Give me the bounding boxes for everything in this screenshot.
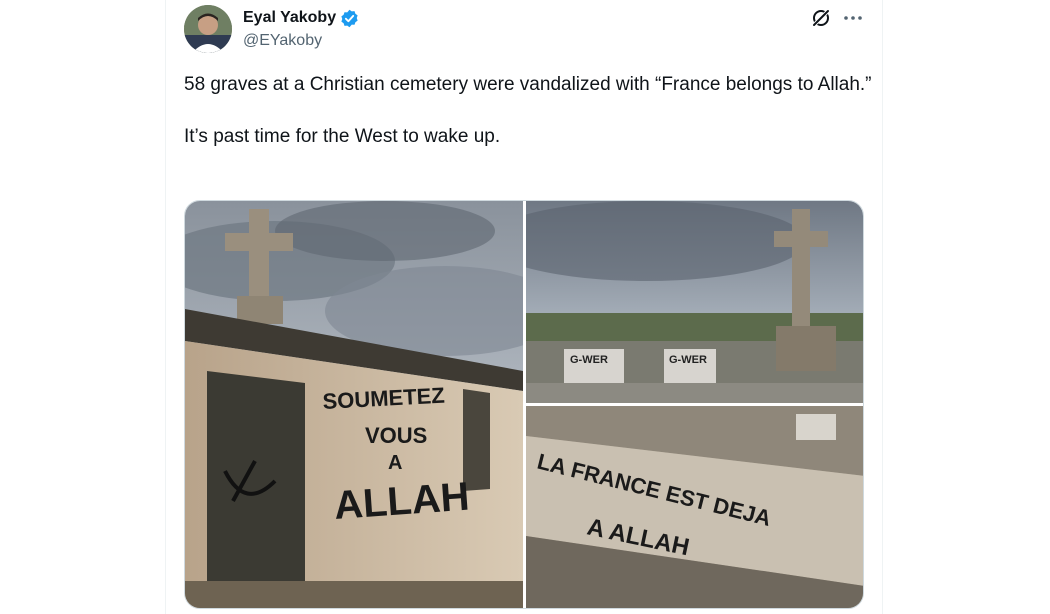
graffiti-line-3: A: [388, 452, 402, 474]
author-name[interactable]: Eyal Yakoby: [243, 8, 336, 28]
author-name-row: Eyal Yakoby: [243, 8, 359, 28]
more-options-icon[interactable]: [842, 7, 864, 29]
author-avatar[interactable]: [184, 5, 232, 53]
tweet-text: 58 graves at a Christian cemetery were v…: [184, 74, 872, 147]
verified-badge-icon: [340, 9, 359, 28]
graffiti-line-2: VOUS: [365, 423, 427, 448]
grok-icon[interactable]: [810, 7, 832, 29]
author-handle[interactable]: @EYakoby: [243, 31, 322, 51]
tweet-media[interactable]: SOUMETEZ VOUS A ALLAH G-WER G-WER LA FRA…: [184, 200, 864, 609]
graffiti-gwer-1: G-WER: [570, 354, 608, 366]
graffiti-gwer-2: G-WER: [669, 354, 707, 366]
photo-cemetery[interactable]: G-WER G-WER: [526, 201, 863, 403]
photo-mausoleum[interactable]: SOUMETEZ VOUS A ALLAH: [185, 201, 523, 608]
photo-tomb-ledge[interactable]: LA FRANCE EST DEJA A ALLAH: [526, 406, 863, 608]
